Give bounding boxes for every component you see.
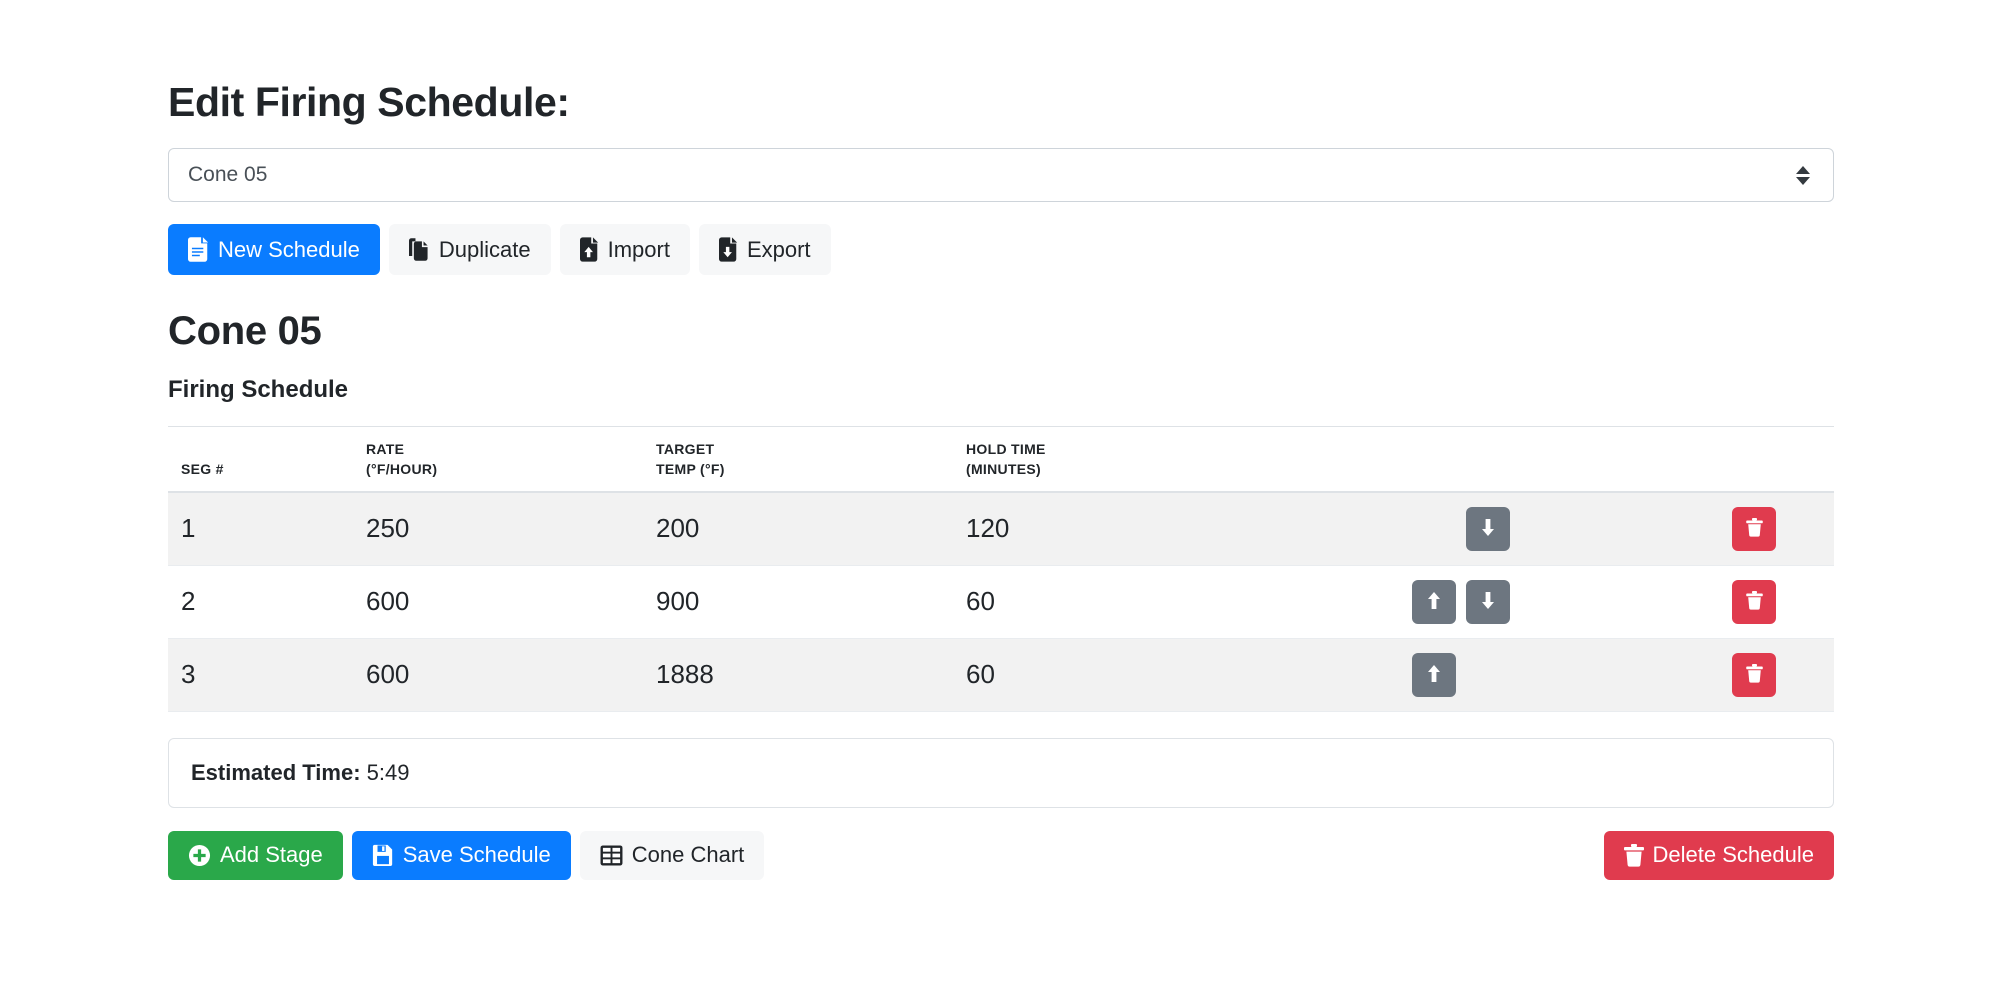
table-icon (600, 845, 623, 866)
copy-icon (408, 237, 430, 262)
table-header: SEG # RATE (°F/HOUR) TARGET TEMP (°F) HO… (168, 426, 1834, 493)
cell-hold: 60 (953, 638, 1283, 712)
cell-delete-action (1613, 638, 1834, 712)
firing-schedule-table-wrapper: SEG # RATE (°F/HOUR) TARGET TEMP (°F) HO… (168, 426, 1834, 712)
column-header-temp-line1: TARGET (656, 441, 715, 458)
move-down-placeholder (1466, 653, 1510, 697)
delete-row-button[interactable] (1732, 506, 1776, 551)
file-lines-icon (188, 237, 209, 262)
delete-schedule-label: Delete Schedule (1652, 842, 1814, 868)
table-body: 1 250 200 120 2 600 900 60 3 600 1888 60 (168, 491, 1834, 712)
move-down-button[interactable] (1466, 506, 1510, 551)
cell-move-actions (1283, 565, 1613, 639)
cell-seg: 3 (168, 638, 353, 712)
estimated-time-value: 5:49 (366, 759, 410, 785)
schedule-toolbar: New Schedule Duplicate Import Export (168, 224, 1834, 276)
cone-chart-label: Cone Chart (631, 842, 745, 868)
column-header-hold-line2: (MINUTES) (966, 461, 1042, 478)
new-schedule-button[interactable]: New Schedule (168, 224, 380, 276)
firing-schedule-subheading: Firing Schedule (168, 376, 349, 404)
floppy-disk-icon (372, 844, 394, 867)
schedule-select[interactable]: Cone 05 (168, 148, 1834, 203)
plus-circle-icon (188, 844, 211, 867)
column-header-temp: TARGET TEMP (°F) (643, 426, 953, 493)
footer-actions-left: Add Stage Save Schedule Cone Chart (168, 830, 765, 880)
file-import-icon (579, 237, 599, 262)
cell-move-actions (1283, 638, 1613, 712)
delete-row-button[interactable] (1732, 652, 1776, 697)
arrow-up-icon (1425, 591, 1443, 613)
move-up-button[interactable] (1412, 652, 1456, 697)
footer-actions: Add Stage Save Schedule Cone Chart Delet… (168, 830, 1834, 880)
column-header-rate-line1: RATE (366, 441, 405, 458)
trash-icon (1745, 517, 1763, 540)
table-row: 1 250 200 120 (168, 491, 1834, 566)
column-header-seg: SEG # (168, 426, 353, 493)
cell-rate: 250 (353, 491, 643, 566)
duplicate-button[interactable]: Duplicate (388, 224, 551, 276)
column-header-delete (1613, 426, 1834, 493)
content-container: Edit Firing Schedule: Cone 05 New Schedu… (168, 0, 1834, 880)
cell-seg: 2 (168, 565, 353, 639)
cell-delete-action (1613, 565, 1834, 639)
file-export-icon (718, 237, 738, 262)
cell-temp: 900 (643, 565, 953, 639)
arrow-up-icon (1425, 664, 1443, 686)
move-up-button[interactable] (1412, 579, 1456, 624)
cell-hold: 60 (953, 565, 1283, 639)
cell-hold: 120 (953, 491, 1283, 566)
add-stage-button[interactable]: Add Stage (168, 830, 343, 880)
cell-temp: 1888 (643, 638, 953, 712)
column-header-hold-line1: HOLD TIME (966, 441, 1046, 458)
firing-schedule-table: SEG # RATE (°F/HOUR) TARGET TEMP (°F) HO… (168, 426, 1834, 712)
delete-schedule-button[interactable]: Delete Schedule (1603, 830, 1834, 880)
table-row: 2 600 900 60 (168, 565, 1834, 639)
column-header-move (1283, 426, 1613, 493)
schedule-name-heading: Cone 05 (168, 309, 322, 354)
import-button[interactable]: Import (559, 224, 690, 276)
column-header-rate-line2: (°F/HOUR) (366, 461, 438, 478)
cone-chart-button[interactable]: Cone Chart (579, 830, 765, 880)
duplicate-label: Duplicate (438, 236, 531, 262)
save-schedule-label: Save Schedule (402, 842, 551, 868)
cell-rate: 600 (353, 638, 643, 712)
add-stage-label: Add Stage (220, 842, 323, 868)
trash-icon (1623, 843, 1644, 867)
estimated-time-box: Estimated Time: 5:49 (168, 737, 1834, 808)
trash-icon (1745, 590, 1763, 613)
cell-rate: 600 (353, 565, 643, 639)
save-schedule-button[interactable]: Save Schedule (351, 830, 571, 880)
move-down-button[interactable] (1466, 579, 1510, 624)
delete-row-button[interactable] (1732, 579, 1776, 624)
trash-icon (1745, 663, 1763, 686)
export-label: Export (746, 236, 811, 262)
arrow-down-icon (1479, 518, 1497, 540)
cell-move-actions (1283, 491, 1613, 566)
column-header-rate: RATE (°F/HOUR) (353, 426, 643, 493)
table-header-row: SEG # RATE (°F/HOUR) TARGET TEMP (°F) HO… (168, 426, 1834, 493)
column-header-hold: HOLD TIME (MINUTES) (953, 426, 1283, 493)
estimated-time-label: Estimated Time: (191, 759, 361, 785)
app-page: Edit Firing Schedule: Cone 05 New Schedu… (0, 0, 2000, 1000)
column-header-temp-line2: TEMP (°F) (656, 461, 725, 478)
table-row: 3 600 1888 60 (168, 638, 1834, 712)
cell-seg: 1 (168, 491, 353, 566)
export-button[interactable]: Export (698, 224, 831, 276)
arrow-down-icon (1479, 591, 1497, 613)
cell-temp: 200 (643, 491, 953, 566)
new-schedule-label: New Schedule (218, 236, 360, 262)
column-header-seg-line2: SEG # (181, 461, 224, 478)
move-up-placeholder (1412, 507, 1456, 551)
import-label: Import (607, 236, 670, 262)
cell-delete-action (1613, 491, 1834, 566)
page-title: Edit Firing Schedule: (168, 79, 570, 125)
schedule-select-wrapper: Cone 05 (168, 148, 1834, 203)
